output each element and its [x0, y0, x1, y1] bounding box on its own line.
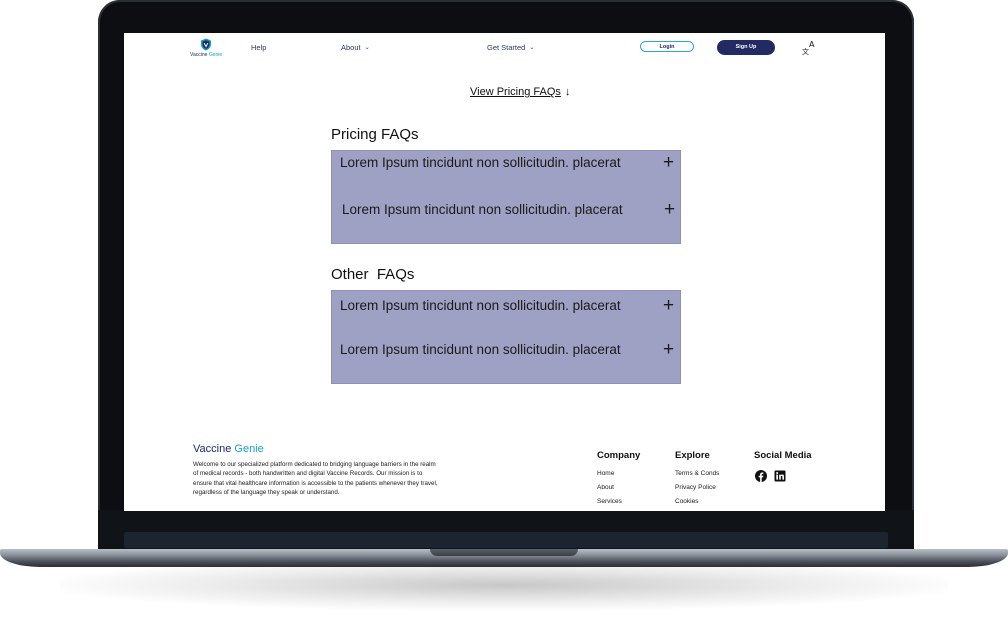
svg-text:A: A — [809, 40, 815, 49]
linkedin-icon[interactable] — [774, 470, 786, 482]
footer-link-terms[interactable]: Terms & Conds — [675, 470, 719, 477]
laptop-notch — [430, 549, 578, 556]
browser-screen: Vaccine Genie Help About ⌄ Get Started ⌄ L… — [124, 33, 885, 511]
logo-text: Vaccine Genie — [190, 52, 222, 58]
footer-brand-part1: Vaccine — [193, 443, 232, 455]
chevron-down-icon: ⌄ — [364, 45, 370, 51]
arrow-down-icon: ↓ — [564, 86, 571, 98]
laptop-bezel — [98, 510, 914, 552]
faq-question[interactable]: Lorem Ipsum tincidunt non sollicitudin. … — [340, 298, 621, 313]
footer-description: Welcome to our specialized platform dedi… — [193, 461, 438, 496]
footer-link-home[interactable]: Home — [597, 470, 614, 477]
logo-text-part1: Vaccine — [190, 52, 208, 58]
top-nav: Vaccine Genie Help About ⌄ Get Started ⌄ L… — [124, 33, 885, 63]
laptop-shadow — [60, 560, 948, 610]
view-pricing-faqs-link[interactable]: View Pricing FAQs ↓ — [470, 86, 570, 98]
footer-explore-title: Explore — [675, 450, 710, 461]
other-faqs-list: Lorem Ipsum tincidunt non sollicitudin. … — [331, 290, 681, 384]
nav-help[interactable]: Help — [251, 43, 266, 52]
plus-icon[interactable]: + — [664, 200, 675, 219]
footer-link-about[interactable]: About — [597, 484, 614, 491]
footer-company-title: Company — [597, 450, 641, 461]
other-faqs-title: Other FAQs — [331, 266, 415, 283]
shield-icon — [201, 38, 211, 51]
nav-get-started[interactable]: Get Started ⌄ — [487, 43, 534, 52]
footer-brand-part2: Genie — [234, 443, 264, 455]
signup-button[interactable]: Sign Up — [717, 40, 775, 55]
facebook-icon[interactable] — [755, 470, 767, 482]
plus-icon[interactable]: + — [663, 340, 674, 359]
pricing-faqs-title: Pricing FAQs — [331, 126, 419, 143]
pricing-faqs-list: Lorem Ipsum tincidunt non sollicitudin. … — [331, 150, 681, 244]
faq-question[interactable]: Lorem Ipsum tincidunt non sollicitudin. … — [342, 202, 623, 217]
chevron-down-icon: ⌄ — [529, 45, 535, 51]
plus-icon[interactable]: + — [663, 296, 674, 315]
nav-get-started-label: Get Started — [487, 43, 526, 52]
footer-social-title: Social Media — [754, 450, 812, 461]
svg-text:文: 文 — [802, 47, 809, 55]
view-pricing-label: View Pricing FAQs — [470, 86, 561, 98]
logo-text-part2: Genie — [208, 52, 223, 58]
footer-brand: Vaccine Genie — [193, 443, 264, 455]
footer-link-services[interactable]: Services — [597, 498, 622, 505]
nav-about-label: About — [341, 43, 361, 52]
footer-link-privacy[interactable]: Privacy Police — [675, 484, 716, 491]
faq-question[interactable]: Lorem Ipsum tincidunt non sollicitudin. … — [340, 155, 621, 170]
plus-icon[interactable]: + — [663, 153, 674, 172]
login-button[interactable]: Login — [640, 41, 694, 52]
brand-logo[interactable]: Vaccine Genie — [190, 38, 222, 60]
footer-link-cookies[interactable]: Cookies — [675, 498, 698, 505]
faq-question[interactable]: Lorem Ipsum tincidunt non sollicitudin. … — [340, 342, 621, 357]
translate-icon[interactable]: A 文 — [802, 40, 817, 55]
nav-about[interactable]: About ⌄ — [341, 43, 370, 52]
